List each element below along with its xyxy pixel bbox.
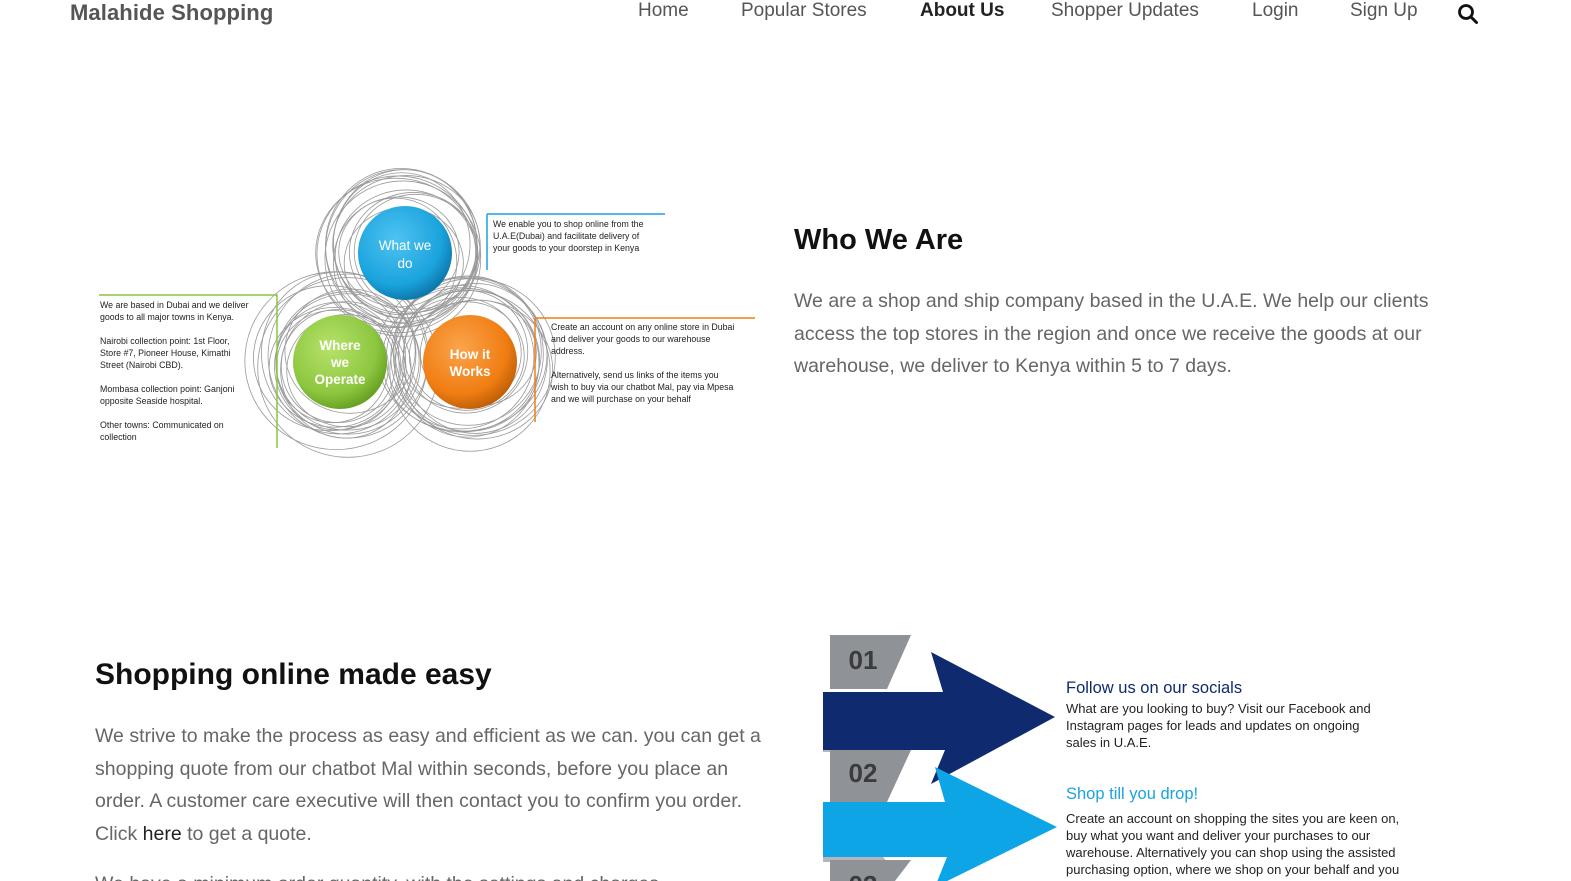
search-icon[interactable] bbox=[1457, 3, 1479, 25]
nav-about-us[interactable]: About Us bbox=[920, 0, 1004, 22]
how-it-works-note: Create an account on any online store in… bbox=[550, 322, 734, 404]
step-02-desc: Create an account on shopping the sites … bbox=[1066, 811, 1400, 877]
svg-text:We are based in Dubai and we d: We are based in Dubai and we deliver bbox=[100, 300, 249, 310]
step-01-number: 01 bbox=[849, 645, 878, 675]
nav-login[interactable]: Login bbox=[1252, 0, 1299, 22]
who-we-are-text: We are a shop and ship company based in … bbox=[794, 290, 1429, 377]
step-01-title: Follow us on our socials bbox=[1066, 679, 1243, 697]
svg-text:collection: collection bbox=[100, 432, 137, 442]
steps-diagram: 01 02 03 Follow us on our socials What a… bbox=[815, 632, 1455, 881]
svg-text:we: we bbox=[330, 355, 350, 370]
where-we-operate-note: We are based in Dubai and we deliver goo… bbox=[100, 300, 249, 442]
shopping-text: We strive to make the process as easy an… bbox=[95, 725, 761, 845]
shopping-heading: Shopping online made easy bbox=[95, 658, 492, 691]
step-03-number: 03 bbox=[849, 870, 878, 881]
svg-text:goods to all major towns in Ke: goods to all major towns in Kenya. bbox=[100, 312, 234, 322]
svg-text:opposite Seaside hospital.: opposite Seaside hospital. bbox=[100, 396, 203, 406]
svg-text:wish to buy via our chatbot Ma: wish to buy via our chatbot Mal, pay via… bbox=[550, 382, 733, 392]
what-we-do-circle: What we do bbox=[358, 206, 452, 300]
quote-link[interactable]: here bbox=[143, 823, 182, 845]
step-02-number: 02 bbox=[849, 758, 878, 788]
nav-sign-up[interactable]: Sign Up bbox=[1350, 0, 1418, 22]
svg-text:Nairobi collection point: 1st: Nairobi collection point: 1st Floor, bbox=[100, 336, 230, 346]
svg-text:address.: address. bbox=[551, 346, 585, 356]
what-we-do-note: We enable you to shop online from the U.… bbox=[493, 219, 644, 253]
about-circles-diagram: What we do Where we Operate How it Works… bbox=[99, 167, 755, 458]
site-header: Malahide Shopping Home Popular Stores Ab… bbox=[0, 0, 1571, 30]
site-brand[interactable]: Malahide Shopping bbox=[70, 0, 273, 26]
how-it-works-circle: How it Works bbox=[423, 315, 517, 409]
svg-text:Operate: Operate bbox=[314, 372, 366, 387]
svg-text:Other towns: Communicated on: Other towns: Communicated on bbox=[100, 420, 224, 430]
where-we-operate-circle: Where we Operate bbox=[293, 315, 387, 409]
nav-shopper-updates[interactable]: Shopper Updates bbox=[1051, 0, 1199, 22]
svg-text:U.A.E(Dubai) and facilitate de: U.A.E(Dubai) and facilitate delivery of bbox=[493, 231, 640, 241]
nav-home[interactable]: Home bbox=[638, 0, 689, 22]
svg-text:Alternatively, send us links o: Alternatively, send us links of the item… bbox=[551, 370, 719, 380]
svg-text:Create an account on any onlin: Create an account on any online store in… bbox=[551, 322, 734, 332]
svg-text:Where: Where bbox=[319, 338, 361, 353]
nav-popular-stores[interactable]: Popular Stores bbox=[741, 0, 867, 22]
svg-text:and we will purchase on your b: and we will purchase on your behalf bbox=[551, 394, 691, 404]
who-we-are-heading: Who We Are bbox=[794, 224, 964, 256]
svg-text:Street (Nairobi CBD).: Street (Nairobi CBD). bbox=[100, 360, 183, 370]
shopping-text-2: We have a minimum order quantity, with t… bbox=[95, 868, 775, 881]
svg-text:How it: How it bbox=[450, 347, 491, 362]
svg-text:We enable you to shop online f: We enable you to shop online from the bbox=[493, 219, 644, 229]
svg-text:and deliver your goods to our: and deliver your goods to our warehouse bbox=[551, 334, 711, 344]
step-01-desc: What are you looking to buy? Visit our F… bbox=[1066, 701, 1371, 750]
svg-text:your goods to your doorstep in: your goods to your doorstep in Kenya bbox=[493, 243, 639, 253]
svg-text:do: do bbox=[397, 256, 412, 271]
svg-text:Store #7, Pioneer House, Kimat: Store #7, Pioneer House, Kimathi bbox=[100, 348, 231, 358]
svg-text:Works: Works bbox=[449, 364, 490, 379]
step-02-title: Shop till you drop! bbox=[1066, 785, 1199, 803]
svg-text:Mombasa collection point: Ganj: Mombasa collection point: Ganjoni bbox=[100, 384, 235, 394]
svg-text:What we: What we bbox=[379, 238, 432, 253]
